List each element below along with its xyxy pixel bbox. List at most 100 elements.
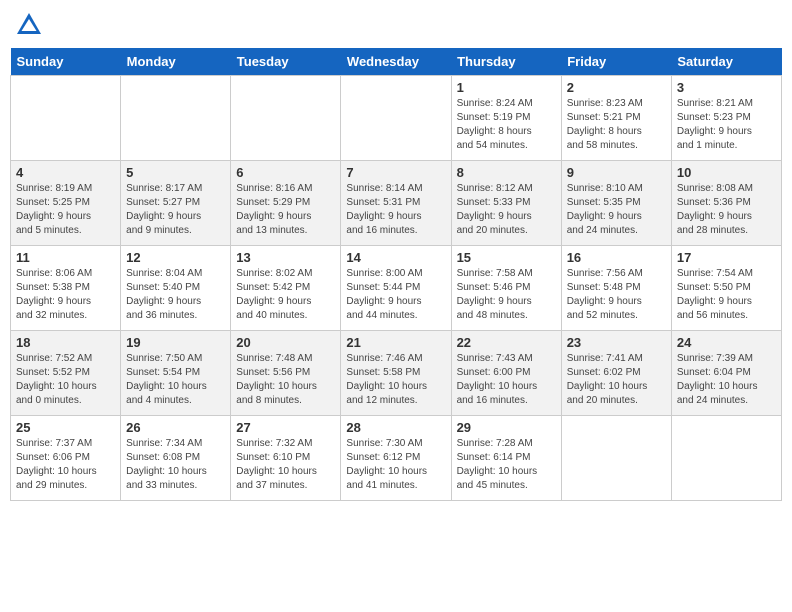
calendar-cell: 14 Sunrise: 8:00 AM Sunset: 5:44 PM Dayli…: [341, 246, 451, 331]
calendar-cell: 23 Sunrise: 7:41 AM Sunset: 6:02 PM Dayli…: [561, 331, 671, 416]
day-info: Sunrise: 8:19 AM Sunset: 5:25 PM Dayligh…: [16, 182, 115, 238]
day-info: Sunrise: 7:54 AM Sunset: 5:50 PM Dayligh…: [677, 267, 776, 323]
calendar-cell: 3 Sunrise: 8:21 AM Sunset: 5:23 PM Daylig…: [671, 76, 781, 161]
calendar-cell: [341, 76, 451, 161]
day-info: Sunrise: 8:17 AM Sunset: 5:27 PM Dayligh…: [126, 182, 225, 238]
day-info: Sunrise: 7:46 AM Sunset: 5:58 PM Dayligh…: [346, 352, 445, 408]
week-row-3: 11 Sunrise: 8:06 AM Sunset: 5:38 PM Dayli…: [11, 246, 782, 331]
day-number: 16: [567, 250, 666, 265]
calendar-cell: 2Sunrise: 8:23 AM Sunset: 5:21 PM Daylig…: [561, 76, 671, 161]
week-row-1: 1 Sunrise: 8:24 AM Sunset: 5:19 PM Daylig…: [11, 76, 782, 161]
day-number: 14: [346, 250, 445, 265]
day-number: 17: [677, 250, 776, 265]
day-number: 28: [346, 420, 445, 435]
day-number: 11: [16, 250, 115, 265]
day-number: 13: [236, 250, 335, 265]
day-info: Sunrise: 7:41 AM Sunset: 6:02 PM Dayligh…: [567, 352, 666, 408]
day-info: Sunrise: 8:00 AM Sunset: 5:44 PM Dayligh…: [346, 267, 445, 323]
calendar-cell: 11 Sunrise: 8:06 AM Sunset: 5:38 PM Dayli…: [11, 246, 121, 331]
day-info: Sunrise: 7:34 AM Sunset: 6:08 PM Dayligh…: [126, 437, 225, 493]
day-number: 25: [16, 420, 115, 435]
week-row-5: 25 Sunrise: 7:37 AM Sunset: 6:06 PM Dayli…: [11, 416, 782, 501]
calendar-cell: 25 Sunrise: 7:37 AM Sunset: 6:06 PM Dayli…: [11, 416, 121, 501]
day-info: Sunrise: 8:14 AM Sunset: 5:31 PM Dayligh…: [346, 182, 445, 238]
week-row-2: 4Sunrise: 8:19 AM Sunset: 5:25 PM Daylig…: [11, 161, 782, 246]
calendar-cell: 4Sunrise: 8:19 AM Sunset: 5:25 PM Daylig…: [11, 161, 121, 246]
calendar-table: SundayMondayTuesdayWednesdayThursdayFrid…: [10, 48, 782, 501]
day-info: Sunrise: 7:48 AM Sunset: 5:56 PM Dayligh…: [236, 352, 335, 408]
calendar-cell: 10Sunrise: 8:08 AM Sunset: 5:36 PM Dayli…: [671, 161, 781, 246]
col-header-wednesday: Wednesday: [341, 48, 451, 76]
day-info: Sunrise: 8:24 AM Sunset: 5:19 PM Dayligh…: [457, 97, 556, 153]
day-info: Sunrise: 7:39 AM Sunset: 6:04 PM Dayligh…: [677, 352, 776, 408]
day-info: Sunrise: 7:28 AM Sunset: 6:14 PM Dayligh…: [457, 437, 556, 493]
calendar-cell: [671, 416, 781, 501]
day-info: Sunrise: 8:02 AM Sunset: 5:42 PM Dayligh…: [236, 267, 335, 323]
col-header-monday: Monday: [121, 48, 231, 76]
day-number: 8: [457, 165, 556, 180]
day-info: Sunrise: 8:23 AM Sunset: 5:21 PM Dayligh…: [567, 97, 666, 153]
calendar-cell: [11, 76, 121, 161]
calendar-cell: 17 Sunrise: 7:54 AM Sunset: 5:50 PM Dayli…: [671, 246, 781, 331]
col-header-tuesday: Tuesday: [231, 48, 341, 76]
calendar-cell: 16 Sunrise: 7:56 AM Sunset: 5:48 PM Dayli…: [561, 246, 671, 331]
calendar-cell: 7 Sunrise: 8:14 AM Sunset: 5:31 PM Daylig…: [341, 161, 451, 246]
day-info: Sunrise: 8:21 AM Sunset: 5:23 PM Dayligh…: [677, 97, 776, 153]
day-number: 26: [126, 420, 225, 435]
calendar-cell: 24 Sunrise: 7:39 AM Sunset: 6:04 PM Dayli…: [671, 331, 781, 416]
calendar-cell: 5 Sunrise: 8:17 AM Sunset: 5:27 PM Daylig…: [121, 161, 231, 246]
day-number: 7: [346, 165, 445, 180]
day-info: Sunrise: 7:56 AM Sunset: 5:48 PM Dayligh…: [567, 267, 666, 323]
day-number: 5: [126, 165, 225, 180]
day-info: Sunrise: 7:30 AM Sunset: 6:12 PM Dayligh…: [346, 437, 445, 493]
day-number: 23: [567, 335, 666, 350]
calendar-cell: [121, 76, 231, 161]
header-row: SundayMondayTuesdayWednesdayThursdayFrid…: [11, 48, 782, 76]
day-number: 27: [236, 420, 335, 435]
day-number: 22: [457, 335, 556, 350]
calendar-cell: 13 Sunrise: 8:02 AM Sunset: 5:42 PM Dayli…: [231, 246, 341, 331]
day-number: 6: [236, 165, 335, 180]
calendar-cell: [561, 416, 671, 501]
calendar-cell: 9 Sunrise: 8:10 AM Sunset: 5:35 PM Daylig…: [561, 161, 671, 246]
day-info: Sunrise: 8:16 AM Sunset: 5:29 PM Dayligh…: [236, 182, 335, 238]
calendar-cell: 21Sunrise: 7:46 AM Sunset: 5:58 PM Dayli…: [341, 331, 451, 416]
day-number: 29: [457, 420, 556, 435]
day-info: Sunrise: 8:06 AM Sunset: 5:38 PM Dayligh…: [16, 267, 115, 323]
day-info: Sunrise: 8:04 AM Sunset: 5:40 PM Dayligh…: [126, 267, 225, 323]
calendar-cell: 1 Sunrise: 8:24 AM Sunset: 5:19 PM Daylig…: [451, 76, 561, 161]
week-row-4: 18 Sunrise: 7:52 AM Sunset: 5:52 PM Dayli…: [11, 331, 782, 416]
page-header: [10, 10, 782, 40]
calendar-cell: 28 Sunrise: 7:30 AM Sunset: 6:12 PM Dayli…: [341, 416, 451, 501]
day-number: 18: [16, 335, 115, 350]
calendar-cell: 15 Sunrise: 7:58 AM Sunset: 5:46 PM Dayli…: [451, 246, 561, 331]
calendar-cell: 18 Sunrise: 7:52 AM Sunset: 5:52 PM Dayli…: [11, 331, 121, 416]
calendar-cell: [231, 76, 341, 161]
day-number: 20: [236, 335, 335, 350]
calendar-cell: 12 Sunrise: 8:04 AM Sunset: 5:40 PM Dayli…: [121, 246, 231, 331]
calendar-cell: 8 Sunrise: 8:12 AM Sunset: 5:33 PM Daylig…: [451, 161, 561, 246]
day-number: 3: [677, 80, 776, 95]
day-info: Sunrise: 7:58 AM Sunset: 5:46 PM Dayligh…: [457, 267, 556, 323]
day-number: 19: [126, 335, 225, 350]
day-number: 1: [457, 80, 556, 95]
day-info: Sunrise: 8:12 AM Sunset: 5:33 PM Dayligh…: [457, 182, 556, 238]
calendar-cell: 29 Sunrise: 7:28 AM Sunset: 6:14 PM Dayli…: [451, 416, 561, 501]
day-number: 24: [677, 335, 776, 350]
logo-icon: [14, 10, 44, 40]
day-number: 12: [126, 250, 225, 265]
col-header-thursday: Thursday: [451, 48, 561, 76]
day-info: Sunrise: 7:52 AM Sunset: 5:52 PM Dayligh…: [16, 352, 115, 408]
day-number: 9: [567, 165, 666, 180]
day-number: 15: [457, 250, 556, 265]
logo: [14, 10, 46, 40]
day-info: Sunrise: 7:37 AM Sunset: 6:06 PM Dayligh…: [16, 437, 115, 493]
day-info: Sunrise: 7:32 AM Sunset: 6:10 PM Dayligh…: [236, 437, 335, 493]
col-header-saturday: Saturday: [671, 48, 781, 76]
col-header-friday: Friday: [561, 48, 671, 76]
day-info: Sunrise: 7:43 AM Sunset: 6:00 PM Dayligh…: [457, 352, 556, 408]
calendar-cell: 20 Sunrise: 7:48 AM Sunset: 5:56 PM Dayli…: [231, 331, 341, 416]
day-info: Sunrise: 7:50 AM Sunset: 5:54 PM Dayligh…: [126, 352, 225, 408]
day-info: Sunrise: 8:10 AM Sunset: 5:35 PM Dayligh…: [567, 182, 666, 238]
col-header-sunday: Sunday: [11, 48, 121, 76]
